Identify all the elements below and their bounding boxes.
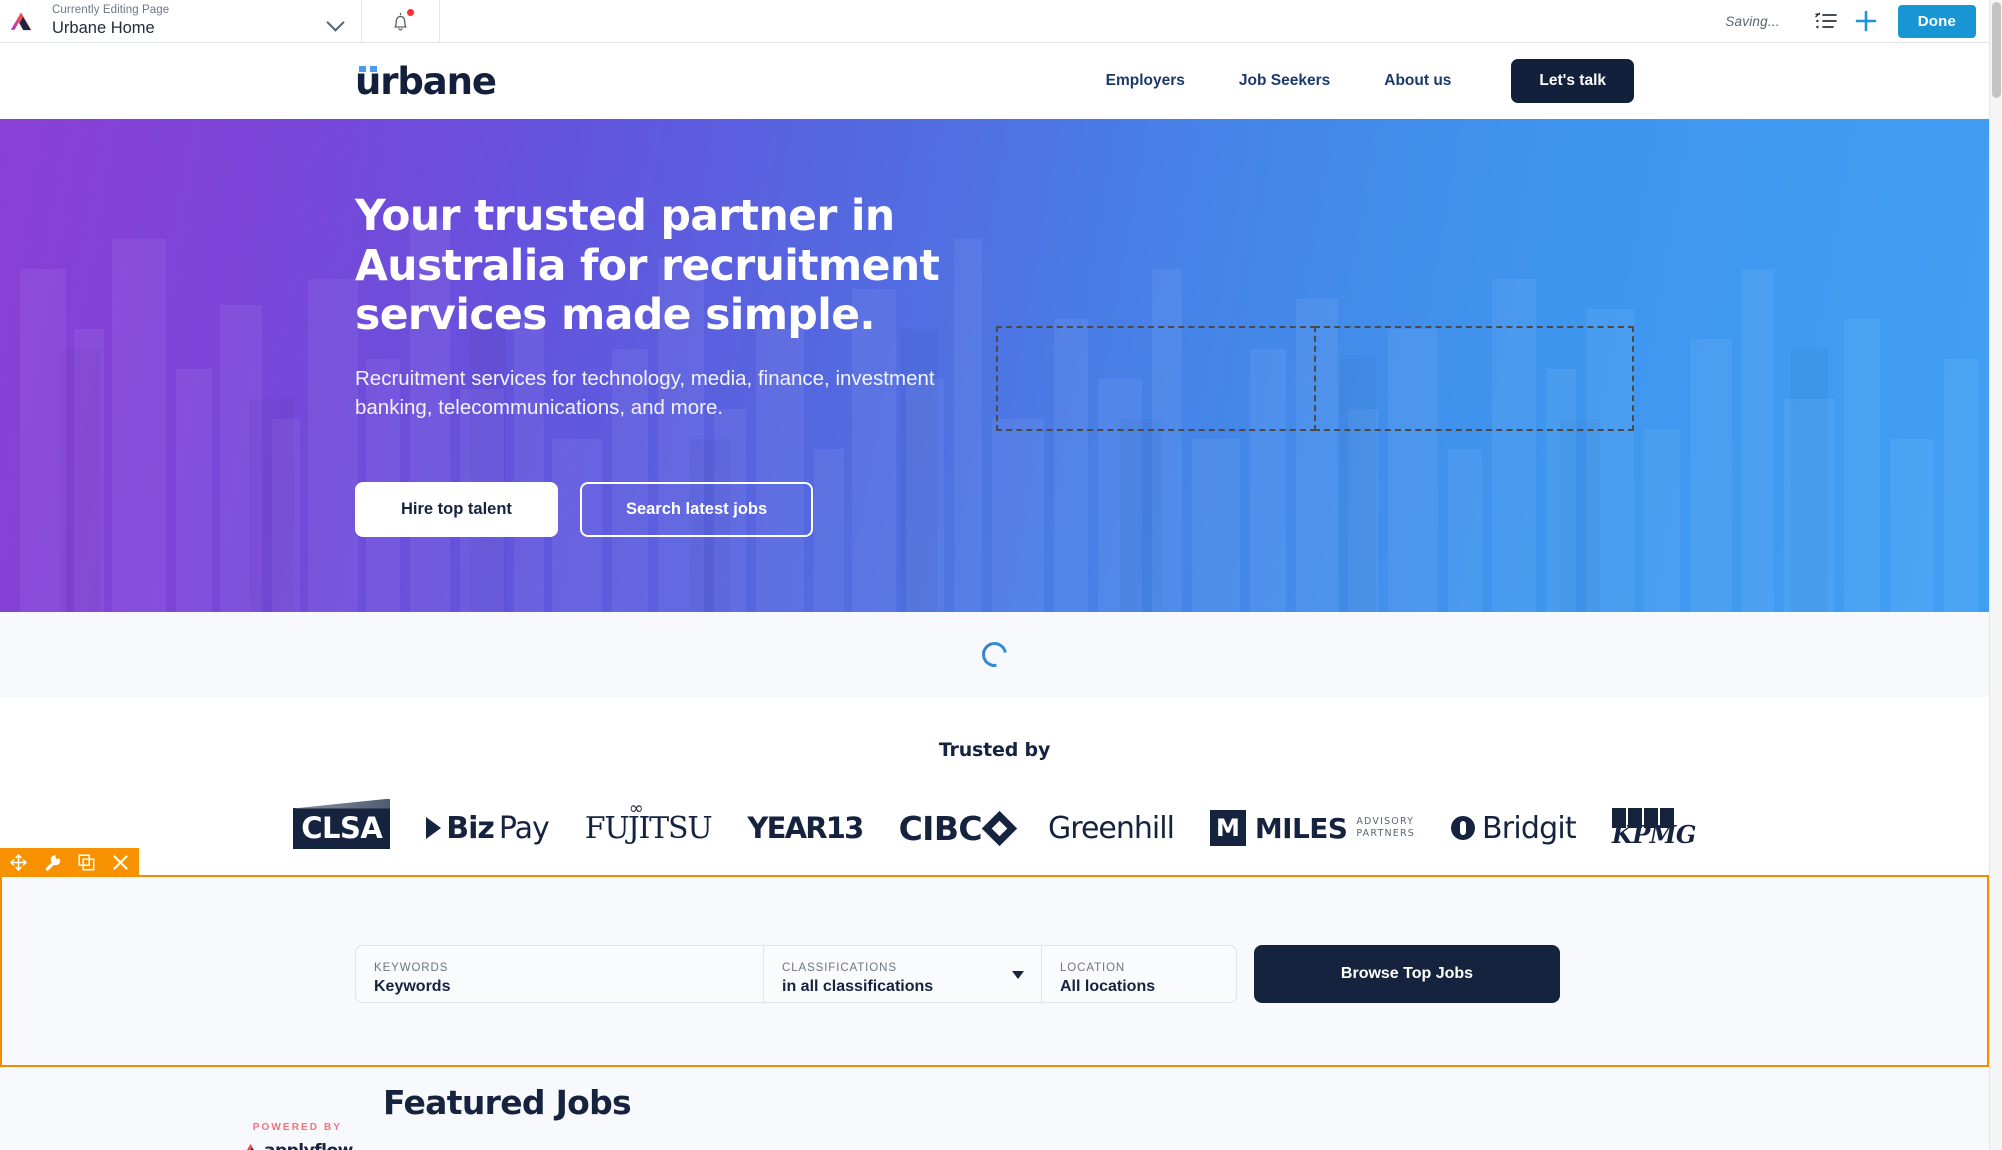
editor-toolbar: Currently Editing Page Urbane Home Savin… <box>0 0 2002 43</box>
classifications-select[interactable]: CLASSIFICATIONS in all classifications <box>763 945 1041 1003</box>
logo-miles-text: MILES <box>1254 811 1348 845</box>
lets-talk-button[interactable]: Let's talk <box>1511 59 1634 103</box>
notification-badge-dot <box>407 8 414 16</box>
featured-jobs-section: Featured Jobs POWERED BY applyflow As <box>0 1067 1989 1150</box>
job-search-bar: KEYWORDS Keywords CLASSIFICATIONS in all… <box>355 945 1560 1003</box>
site-navigation: Employers Job Seekers About us Let's tal… <box>1052 59 1634 103</box>
logo-miles-subtitle: ADVISORY PARTNERS <box>1356 816 1415 840</box>
bizpay-triangle-icon <box>426 817 442 839</box>
logo-bridgit-text: Bridgit <box>1482 810 1577 846</box>
logo-kpmg-mark: KPMG <box>1611 807 1696 849</box>
featured-jobs-title: Featured Jobs <box>383 1083 632 1122</box>
logo-clsa: CLSA <box>293 802 391 854</box>
logo-bizpay-bold: Biz <box>446 810 495 846</box>
hero-buttons: Hire top talent Search latest jobs <box>355 482 1989 538</box>
bridgit-circle-icon <box>1451 816 1476 840</box>
placeholder-drop-zone-right[interactable] <box>1314 326 1634 431</box>
site-preview: urbane Employers Job Seekers About us Le… <box>0 43 1989 1150</box>
logo-kpmg: KPMG <box>1611 802 1696 854</box>
hero-content: Your trusted partner in Australia for re… <box>0 119 1989 538</box>
logo-bizpay: Biz Pay <box>426 802 550 854</box>
loading-spinner-icon <box>977 637 1012 672</box>
notifications-button[interactable] <box>362 0 440 43</box>
hero-empty-placeholders <box>996 326 1634 431</box>
client-logos: CLSA Biz Pay FUJITSU ∞ YEAR13 CIBC Green… <box>0 798 1989 857</box>
done-button[interactable]: Done <box>1897 4 1976 38</box>
keywords-label: KEYWORDS <box>374 962 449 974</box>
logo-fujitsu: FUJITSU ∞ <box>584 798 713 854</box>
page-selector-text: Currently Editing Page Urbane Home <box>52 4 325 37</box>
element-selection-toolbar <box>0 848 139 877</box>
location-select[interactable]: LOCATION All locations <box>1041 945 1237 1003</box>
selected-job-search-block[interactable]: KEYWORDS Keywords CLASSIFICATIONS in all… <box>0 848 1989 1067</box>
trusted-by-title: Trusted by <box>938 739 1051 761</box>
cibc-diamond-icon <box>981 810 1018 846</box>
nav-link-job-seekers[interactable]: Job Seekers <box>1239 72 1330 90</box>
classifications-label: CLASSIFICATIONS <box>782 962 897 974</box>
chevron-down-icon[interactable] <box>325 10 347 32</box>
editing-page-label: Currently Editing Page <box>52 4 170 17</box>
powered-by-logo: applyflow <box>238 1139 357 1150</box>
logo-fujitsu-label: FUJITSU <box>584 810 713 846</box>
caret-down-icon[interactable] <box>1012 971 1024 979</box>
miles-sub-line-2: PARTNERS <box>1356 828 1416 839</box>
logo-bizpay-light: Pay <box>498 810 550 846</box>
keywords-value: Keywords <box>374 978 451 995</box>
fujitsu-infinity-icon: ∞ <box>628 797 644 819</box>
applyflow-logo[interactable] <box>0 0 42 43</box>
hero-section: Your trusted partner in Australia for re… <box>0 119 1989 612</box>
logo-miles: M MILES ADVISORY PARTNERS <box>1209 802 1415 854</box>
miles-monogram-icon: M <box>1209 810 1246 846</box>
nav-link-employers[interactable]: Employers <box>1106 72 1185 90</box>
logo-greenhill: Greenhill <box>1048 802 1175 854</box>
powered-by-label: POWERED BY <box>252 1122 343 1133</box>
powered-by-badge: POWERED BY applyflow <box>238 1122 357 1150</box>
placeholder-drop-zone-left[interactable] <box>996 326 1316 431</box>
logo-cibc-text: CIBC <box>898 808 983 848</box>
page-selector[interactable]: Currently Editing Page Urbane Home <box>42 0 362 43</box>
logo-cibc: CIBC <box>898 802 1018 854</box>
applyflow-triangle-icon <box>10 11 32 30</box>
wrench-icon[interactable] <box>44 854 61 871</box>
hire-top-talent-button[interactable]: Hire top talent <box>355 482 558 538</box>
editor-actions: Saving... Done <box>1725 0 2002 43</box>
close-icon[interactable] <box>112 854 129 871</box>
keywords-input[interactable]: KEYWORDS Keywords <box>355 945 763 1003</box>
logo-kpmg-text: KPMG <box>1611 819 1696 849</box>
page-outline-button[interactable] <box>1806 0 1846 43</box>
editing-page-name: Urbane Home <box>52 18 155 37</box>
vertical-scrollbar[interactable] <box>1989 0 2002 1150</box>
logo-fujitsu-text: FUJITSU ∞ <box>584 798 713 846</box>
notification-bell-icon <box>394 12 407 30</box>
logo-bridgit: Bridgit <box>1451 802 1577 854</box>
ordered-list-icon <box>1814 12 1837 29</box>
browse-top-jobs-button[interactable]: Browse Top Jobs <box>1254 945 1560 1003</box>
umlaut-accent-icon <box>359 65 377 72</box>
classifications-value: in all classifications <box>782 978 934 995</box>
trusted-by-section: Trusted by CLSA Biz Pay FUJITSU ∞ YEAR13 … <box>0 697 1989 857</box>
loading-section <box>0 612 1989 697</box>
saving-status: Saving... <box>1725 13 1780 29</box>
nav-link-about-us[interactable]: About us <box>1384 72 1451 90</box>
site-header: urbane Employers Job Seekers About us Le… <box>0 43 1989 119</box>
urbane-logo[interactable]: urbane <box>355 60 497 103</box>
logo-year13: YEAR13 <box>747 802 864 854</box>
hero-heading: Your trusted partner in Australia for re… <box>355 192 940 341</box>
logo-clsa-text: CLSA <box>293 807 391 849</box>
miles-sub-line-1: ADVISORY <box>1356 816 1415 828</box>
logo-year13-text: YEAR13 <box>747 811 864 845</box>
plus-icon <box>1855 10 1876 32</box>
location-value: All locations <box>1060 978 1156 995</box>
add-element-button[interactable] <box>1846 0 1886 43</box>
duplicate-icon[interactable] <box>78 854 95 871</box>
search-latest-jobs-button[interactable]: Search latest jobs <box>579 482 814 538</box>
move-icon[interactable] <box>10 854 27 871</box>
powered-by-name: applyflow <box>264 1141 353 1150</box>
hero-subheading: Recruitment services for technology, med… <box>355 367 935 420</box>
vertical-scrollbar-thumb[interactable] <box>1992 2 2001 98</box>
applyflow-triangle-icon <box>246 1143 255 1150</box>
logo-greenhill-text: Greenhill <box>1048 810 1175 846</box>
location-label: LOCATION <box>1060 962 1126 974</box>
